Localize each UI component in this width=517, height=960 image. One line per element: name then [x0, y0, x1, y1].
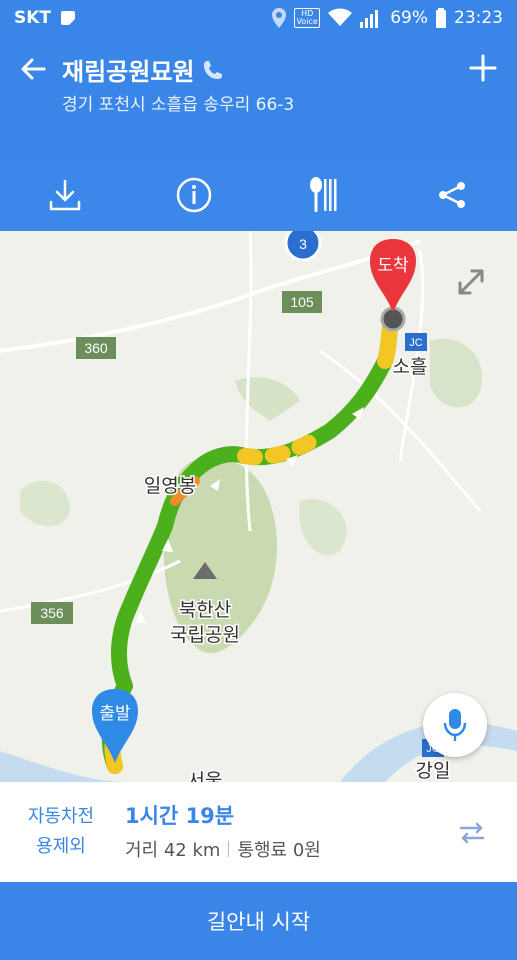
notification-icon — [61, 11, 76, 25]
add-icon[interactable] — [467, 52, 499, 84]
info-button[interactable] — [169, 170, 219, 220]
road — [0, 239, 421, 353]
hd-voice-label: HD Voice — [294, 8, 321, 28]
restaurant-button[interactable] — [298, 170, 348, 220]
route-map[interactable]: 105 360 356 3 JC JC 일영봉 북한산 국립공원 소흘 강일 서… — [0, 231, 517, 782]
start-navigation-button[interactable]: 길안내 시작 — [0, 882, 517, 960]
highway-number-3: 3 — [299, 236, 307, 252]
battery-icon — [436, 8, 446, 28]
divider — [228, 841, 230, 857]
route-distance: 거리 42 km — [125, 840, 221, 861]
destination-marker[interactable] — [370, 239, 416, 313]
road-number-105: 105 — [290, 294, 314, 310]
road-number-360: 360 — [84, 340, 108, 356]
road-number-356: 356 — [40, 605, 64, 621]
route-mode-option[interactable]: 자동차전 용제외 — [18, 802, 104, 862]
phone-icon[interactable] — [202, 59, 224, 81]
wifi-icon — [328, 8, 353, 26]
location-icon — [272, 8, 287, 28]
place-label: 서울 — [188, 770, 223, 782]
expand-map-icon[interactable] — [458, 269, 484, 295]
signal-icon — [360, 10, 379, 28]
destination-header: 재림공원묘원 경기 포천시 소흘읍 송우리 66-3 — [0, 36, 517, 158]
destination-title: 재림공원묘원 — [62, 52, 224, 87]
green-area — [299, 499, 347, 556]
place-label: 국립공원 — [170, 624, 240, 646]
place-label: 소흘 — [393, 356, 428, 378]
place-label: 일영봉 — [144, 475, 196, 497]
start-marker-label: 출발 — [99, 704, 131, 724]
clock: 23:23 — [454, 8, 503, 28]
destination-marker-label: 도착 — [377, 256, 409, 276]
place-label: 북한산 — [179, 599, 231, 621]
green-area — [430, 338, 482, 408]
route-swap-icon[interactable] — [457, 818, 487, 848]
download-icon — [49, 179, 80, 210]
route-details: 거리 42 km 통행료 0원 — [125, 836, 321, 862]
back-arrow-icon[interactable] — [18, 54, 48, 84]
download-button[interactable] — [40, 170, 90, 220]
destination-name: 재림공원묘원 — [62, 58, 195, 86]
route-toll: 통행료 0원 — [237, 840, 321, 861]
status-bar: SKT HD Voice 69% 23:23 — [0, 0, 517, 36]
start-marker[interactable] — [92, 689, 138, 763]
route-duration: 1시간 19분 — [125, 804, 235, 828]
battery-label: 69% — [390, 8, 428, 28]
restaurant-icon — [310, 176, 337, 212]
voice-search-button[interactable] — [423, 693, 487, 757]
route-mode-line1: 자동차전 — [27, 806, 95, 827]
place-label: 강일 — [416, 760, 451, 782]
destination-address: 경기 포천시 소흘읍 송우리 66-3 — [62, 95, 295, 115]
info-icon — [176, 177, 212, 212]
share-icon — [439, 181, 466, 208]
route-segment-congested — [237, 428, 328, 466]
green-area — [20, 480, 70, 526]
carrier-label: SKT — [14, 8, 52, 28]
route-direction-arrow — [136, 611, 146, 623]
route-summary-panel: 자동차전 용제외 1시간 19분 거리 42 km 통행료 0원 — [0, 782, 517, 882]
green-area — [235, 377, 300, 421]
microphone-icon — [443, 709, 467, 741]
share-button[interactable] — [427, 170, 477, 220]
action-toolbar — [0, 158, 517, 231]
route-mode-line2: 용제외 — [36, 836, 86, 857]
jc-label: JC — [409, 337, 423, 349]
